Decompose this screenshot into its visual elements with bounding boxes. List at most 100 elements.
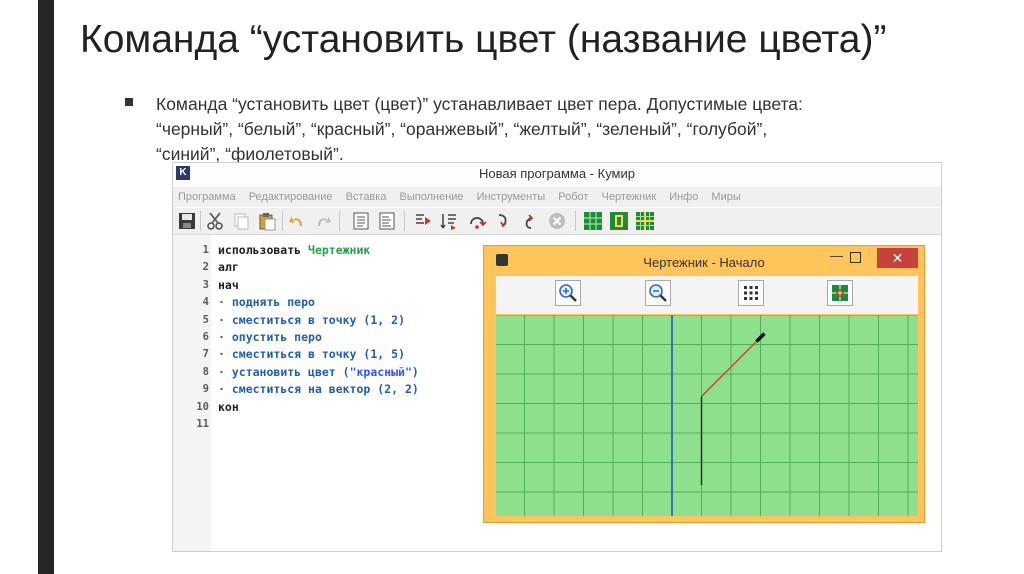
code-line: · установить цвет ("красный") [218, 365, 419, 379]
drawer-titlebar: Чертежник - Начало — ✕ [484, 246, 924, 274]
step-over-icon[interactable] [467, 211, 487, 231]
line-number: 6 [202, 331, 209, 343]
zoom-out-icon[interactable] [645, 280, 671, 306]
menu-insert[interactable]: Вставка [341, 187, 392, 203]
redo-icon[interactable] [313, 211, 333, 231]
line-number: 1 [202, 244, 209, 256]
line-number: 8 [202, 365, 209, 378]
line-number: 10 [196, 400, 209, 413]
code-token: · [218, 295, 232, 310]
toolbar-separator [200, 211, 201, 231]
cut-icon[interactable] [205, 211, 225, 231]
menu-edit[interactable]: Редактирование [244, 187, 338, 203]
bullet-line: “черный”, “белый”, “красный”, “оранжевый… [156, 119, 768, 139]
code-token: опустить перо [231, 330, 322, 344]
code-line: · опустить перо [218, 330, 322, 344]
code-token: ) [411, 382, 419, 397]
robot-field-icon[interactable] [583, 211, 603, 231]
code-token: 2 [404, 382, 412, 397]
code-token: использовать [218, 243, 309, 257]
menu-drawer[interactable]: Чертежник [597, 187, 662, 203]
run-icon[interactable] [413, 211, 433, 231]
code-token: сместиться на вектор ( [231, 382, 385, 397]
minimize-icon[interactable]: — [830, 249, 843, 263]
maximize-icon[interactable] [850, 252, 861, 263]
code-token: ) [398, 347, 406, 362]
code-token: · [218, 364, 232, 379]
stop-icon[interactable] [547, 211, 567, 231]
line-number-gutter: 1 2 3 4 5 6 7 8 9 10 11 [173, 235, 211, 551]
code-line: алг [218, 260, 239, 274]
menu-robot[interactable]: Робот [553, 187, 593, 203]
close-button[interactable]: ✕ [877, 248, 918, 268]
canvas-background [496, 315, 918, 516]
code-line: · сместиться в точку (1, 2) [218, 313, 405, 327]
zoom-in-icon[interactable] [555, 280, 581, 306]
toolbar-separator [339, 211, 340, 231]
slide-left-bar [38, 0, 54, 574]
menu-worlds[interactable]: Миры [706, 187, 745, 203]
menu-program[interactable]: Программа [173, 187, 241, 203]
code-token: "красный" [349, 364, 412, 379]
step-into-icon[interactable] [493, 211, 513, 231]
run-fast-icon[interactable] [439, 211, 459, 231]
line-number: 11 [196, 418, 209, 430]
code-token: , [377, 347, 392, 362]
code-token: ) [411, 364, 419, 379]
code-token: · [218, 347, 232, 362]
line-number: 2 [202, 261, 209, 274]
code-token: нач [218, 277, 239, 292]
robot-control-icon[interactable] [609, 211, 629, 231]
unindent-icon[interactable] [377, 211, 397, 231]
code-token: Чертежник [308, 243, 371, 257]
code-line: · сместиться на вектор (2, 2) [218, 382, 419, 396]
drawer-field-icon[interactable] [635, 211, 655, 231]
code-token: сместиться в точку ( [231, 312, 371, 327]
code-token: · [218, 330, 232, 344]
save-icon[interactable] [177, 211, 197, 231]
menu-tools[interactable]: Инструменты [472, 187, 551, 203]
bullet-text: Команда “установить цвет (цвет)” устанав… [156, 92, 916, 167]
code-token: кон [218, 399, 239, 414]
code-token: сместиться в точку ( [231, 347, 371, 362]
toolbar-separator [404, 211, 405, 231]
code-token: · [218, 312, 232, 327]
drawer-window: Чертежник - Начало — ✕ [484, 246, 924, 522]
bullet-marker [125, 98, 133, 106]
copy-icon[interactable] [231, 211, 251, 231]
step-out-icon[interactable] [521, 211, 541, 231]
code-line: использовать Чертежник [218, 243, 370, 257]
paste-icon[interactable] [257, 211, 277, 231]
drawer-toolbar [496, 276, 918, 314]
line-number: 4 [202, 296, 209, 309]
bullet-line: Команда “установить цвет (цвет)” устанав… [156, 94, 803, 114]
menu-run[interactable]: Выполнение [395, 187, 469, 203]
line-number: 3 [202, 278, 209, 291]
toolbar-separator [282, 211, 283, 231]
code-line: · поднять перо [218, 295, 315, 309]
toolbar [173, 208, 941, 235]
menu-info[interactable]: Инфо [664, 187, 703, 203]
code-line: кон [218, 400, 239, 414]
window-title: Новая программа - Кумир [479, 166, 635, 181]
code-token: ) [398, 312, 406, 327]
indent-icon[interactable] [351, 211, 371, 231]
line-number: 7 [202, 348, 209, 361]
code-token: алг [218, 260, 239, 275]
menu-bar: Программа Редактирование Вставка Выполне… [173, 187, 941, 207]
fit-view-icon[interactable] [827, 280, 853, 306]
line-number: 5 [202, 313, 209, 326]
code-token: поднять перо [231, 295, 315, 310]
code-token: , [377, 312, 392, 327]
grid-dots-icon[interactable] [738, 280, 764, 306]
window-titlebar: K Новая программа - Кумир [173, 163, 941, 185]
slide-title: Команда “установить цвет (название цвета… [80, 18, 887, 61]
toolbar-separator [575, 211, 576, 231]
code-token: , [391, 382, 405, 397]
undo-icon[interactable] [287, 211, 307, 231]
code-token: установить цвет ( [231, 364, 350, 379]
drawer-canvas[interactable] [496, 315, 918, 516]
code-line: нач [218, 278, 239, 292]
line-number: 9 [202, 383, 209, 396]
code-line: · сместиться в точку (1, 5) [218, 347, 405, 361]
